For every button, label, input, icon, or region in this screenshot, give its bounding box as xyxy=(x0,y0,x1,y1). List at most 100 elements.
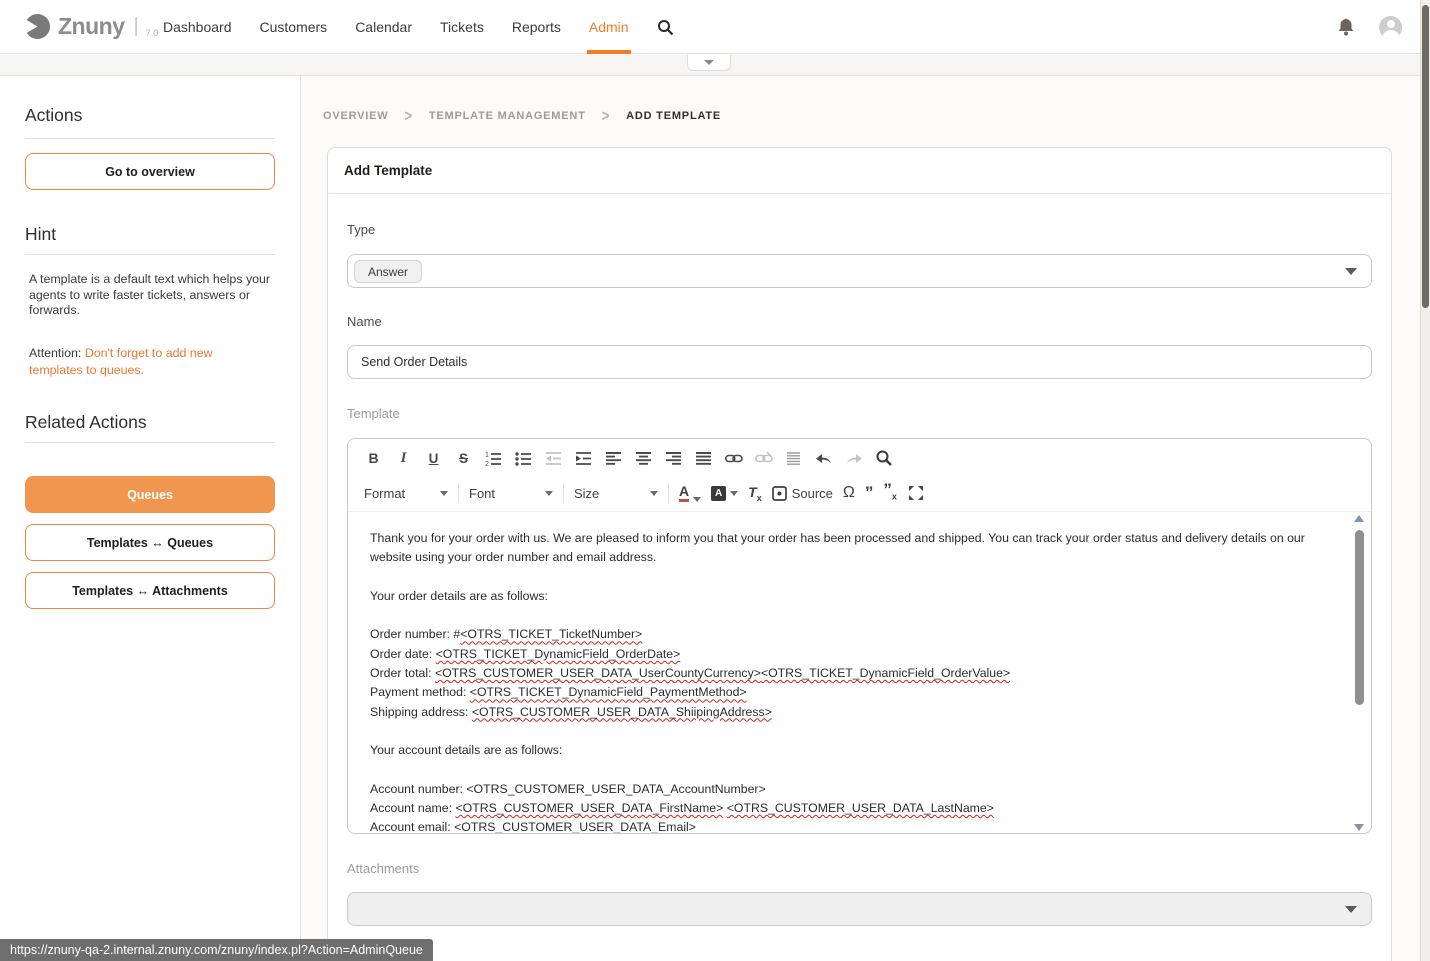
find-icon[interactable] xyxy=(874,449,893,468)
align-right-icon[interactable] xyxy=(664,449,683,468)
undo-icon[interactable] xyxy=(814,449,833,468)
unlink-icon[interactable] xyxy=(754,449,773,468)
divider xyxy=(458,483,459,503)
quote-remove-sub: x xyxy=(892,491,897,501)
special-character-icon[interactable]: Ω xyxy=(843,484,855,502)
rich-text-editor: B I U S 12 xyxy=(347,438,1372,834)
templates-queues-button[interactable]: Templates ↔ Queues xyxy=(25,524,275,561)
chevron-down-icon xyxy=(704,60,714,65)
remove-format-sub: x xyxy=(757,492,762,502)
queues-button[interactable]: Queues xyxy=(25,476,275,513)
nav-item-dashboard[interactable]: Dashboard xyxy=(163,0,232,54)
editor-line: Account name: <OTRS_CUSTOMER_USER_DATA_F… xyxy=(370,799,1328,818)
name-value: Send Order Details xyxy=(361,355,467,369)
attention-text: Attention: Don't forget to add new templ… xyxy=(29,345,254,379)
logo-text: Znuny xyxy=(58,13,125,40)
chevron-down-icon xyxy=(650,491,658,496)
chevron-down-icon xyxy=(730,491,738,496)
divider xyxy=(328,193,1391,194)
background-color-button[interactable]: A xyxy=(711,486,738,501)
quote-remove-glyph: ” xyxy=(883,480,892,499)
editor-line xyxy=(370,722,1328,741)
chevron-down-icon xyxy=(440,491,448,496)
svg-text:2: 2 xyxy=(485,461,489,467)
line-spacing-icon[interactable] xyxy=(784,449,803,468)
attention-label: Attention: xyxy=(29,346,81,360)
editor-content[interactable]: Thank you for your order with us. We are… xyxy=(370,512,1328,822)
nav-right xyxy=(1337,0,1402,54)
bulleted-list-icon[interactable] xyxy=(514,449,533,468)
znuny-logo[interactable]: Znuny | 7.0 xyxy=(24,13,158,40)
redo-icon[interactable] xyxy=(844,449,863,468)
card-title: Add Template xyxy=(344,163,432,178)
source-label: Source xyxy=(792,486,833,501)
source-button[interactable]: Source xyxy=(772,486,833,501)
italic-icon[interactable]: I xyxy=(394,449,413,468)
justify-icon[interactable] xyxy=(694,449,713,468)
maximize-icon[interactable] xyxy=(907,484,926,503)
align-left-icon[interactable] xyxy=(604,449,623,468)
chevron-down-icon xyxy=(1345,268,1357,275)
editor-line: Order number: #<OTRS_TICKET_TicketNumber… xyxy=(370,625,1328,644)
align-center-icon[interactable] xyxy=(634,449,653,468)
background-color-icon: A xyxy=(711,486,726,501)
templates-attachments-button[interactable]: Templates ↔ Attachments xyxy=(25,572,275,609)
divider xyxy=(668,483,669,503)
type-select[interactable]: Answer xyxy=(347,254,1372,288)
chevron-down-icon xyxy=(545,491,553,496)
divider xyxy=(25,442,275,443)
underline-icon[interactable]: U xyxy=(424,449,443,468)
go-to-overview-button[interactable]: Go to overview xyxy=(25,153,275,190)
chevron-down-icon xyxy=(693,497,701,502)
outdent-icon[interactable] xyxy=(544,449,563,468)
hint-heading: Hint xyxy=(25,224,56,245)
bold-icon[interactable]: B xyxy=(364,449,383,468)
size-label: Size xyxy=(574,486,599,501)
editor-line: Order date: <OTRS_TICKET_DynamicField_Or… xyxy=(370,645,1328,664)
remove-format-icon[interactable]: Tx xyxy=(748,484,762,503)
link-preview-statusbar: https://znuny-qa-2.internal.znuny.com/zn… xyxy=(0,939,433,961)
font-dropdown[interactable]: Font xyxy=(469,486,553,501)
navbar-collapse-tab[interactable] xyxy=(687,55,731,71)
attachments-select[interactable] xyxy=(347,892,1372,926)
user-avatar[interactable] xyxy=(1379,16,1402,39)
editor-line xyxy=(370,568,1328,587)
quote-icon[interactable]: ” xyxy=(865,488,874,498)
search-button[interactable] xyxy=(657,0,674,54)
text-color-icon: A xyxy=(679,485,689,502)
name-input[interactable]: Send Order Details xyxy=(347,345,1372,379)
type-selected-pill[interactable]: Answer xyxy=(354,260,422,283)
breadcrumb-overview[interactable]: OVERVIEW xyxy=(323,110,389,122)
size-dropdown[interactable]: Size xyxy=(574,486,658,501)
numbered-list-icon[interactable]: 12 xyxy=(484,449,503,468)
logo-version: 7.0 xyxy=(146,28,159,38)
font-label: Font xyxy=(469,486,495,501)
scroll-up-arrow[interactable] xyxy=(1354,515,1364,522)
nav-item-customers[interactable]: Customers xyxy=(260,0,328,54)
nav-item-reports[interactable]: Reports xyxy=(512,0,561,54)
attachments-label: Attachments xyxy=(347,861,419,876)
editor-scrollbar-thumb[interactable] xyxy=(1355,530,1364,705)
format-dropdown[interactable]: Format xyxy=(364,486,448,501)
search-icon xyxy=(657,19,674,36)
scroll-down-arrow[interactable] xyxy=(1354,824,1364,831)
quote-remove-icon[interactable]: ”x xyxy=(883,485,897,501)
nav-item-calendar[interactable]: Calendar xyxy=(355,0,412,54)
editor-line: Order total: <OTRS_CUSTOMER_USER_DATA_Us… xyxy=(370,664,1328,683)
notifications-bell-icon[interactable] xyxy=(1337,17,1355,37)
actions-heading: Actions xyxy=(25,105,82,126)
editor-line: Thank you for your order with us. We are… xyxy=(370,529,1328,568)
strikethrough-icon[interactable]: S xyxy=(454,449,473,468)
page-scrollbar-thumb[interactable] xyxy=(1422,5,1429,308)
link-icon[interactable] xyxy=(724,449,743,468)
nav-item-admin[interactable]: Admin xyxy=(589,0,629,54)
indent-icon[interactable] xyxy=(574,449,593,468)
page-scrollbar xyxy=(1420,0,1430,961)
logo-separator: | xyxy=(134,15,139,38)
sidebar: Actions Go to overview Hint A template i… xyxy=(0,76,301,961)
breadcrumb-template-management[interactable]: TEMPLATE MANAGEMENT xyxy=(429,110,586,122)
text-color-button[interactable]: A xyxy=(679,485,701,502)
nav-item-tickets[interactable]: Tickets xyxy=(440,0,484,54)
name-label: Name xyxy=(347,314,382,329)
editor-toolbar-row2: Format Font Size A A Tx xyxy=(364,481,926,505)
